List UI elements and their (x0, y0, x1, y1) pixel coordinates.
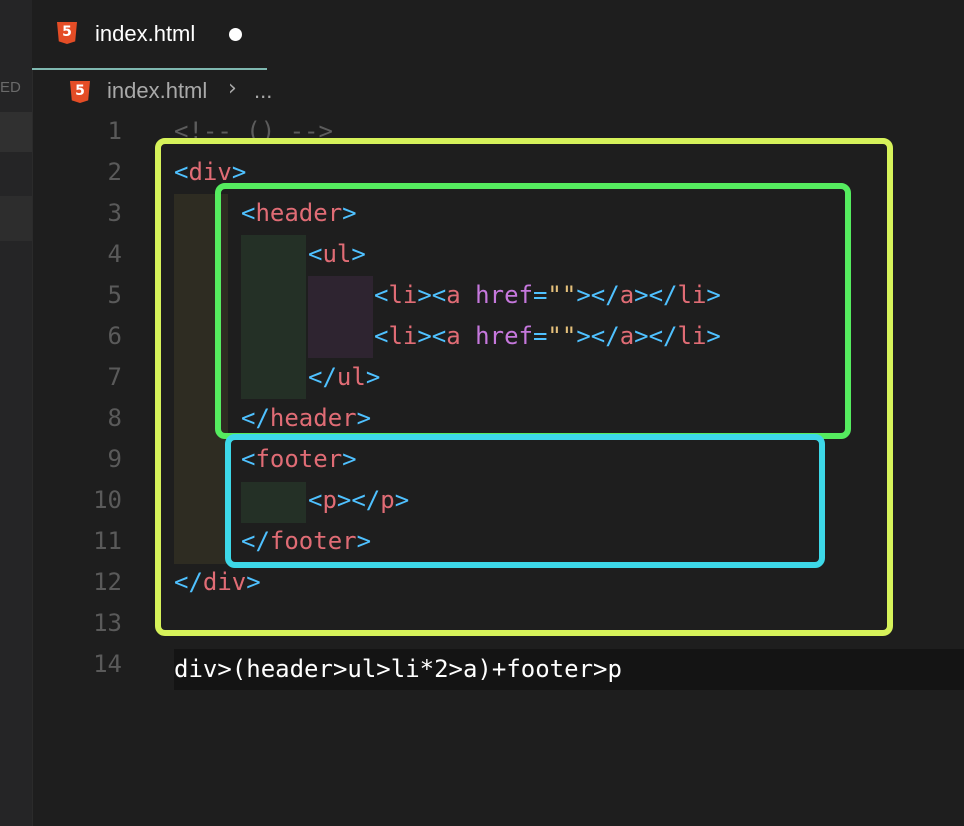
line-number: 11 (93, 527, 122, 555)
header-highlight-box (215, 183, 851, 439)
line-number: 9 (107, 445, 122, 473)
sidebar-item[interactable] (0, 196, 32, 241)
line-number: 8 (107, 404, 122, 432)
line-number: 1 (107, 117, 122, 145)
line-number: 6 (107, 322, 122, 350)
unsaved-dot-icon[interactable] (229, 28, 242, 41)
sidebar-label-fragment: ED (0, 79, 21, 96)
footer-highlight-box (225, 434, 825, 568)
line-number: 3 (107, 199, 122, 227)
breadcrumb-more[interactable]: ... (254, 78, 272, 104)
breadcrumb-separator: › (228, 76, 237, 101)
html5-icon: 5 (57, 22, 77, 44)
html5-icon: 5 (70, 81, 90, 103)
tab-filename: index.html (95, 21, 196, 46)
line-number: 4 (107, 240, 122, 268)
breadcrumb-file[interactable]: index.html (107, 78, 207, 104)
code-line-14-emmet[interactable]: div>(header>ul>li*2>a)+footer>p (174, 649, 964, 690)
line-number: 10 (93, 486, 122, 514)
line-number: 7 (107, 363, 122, 391)
activity-sidebar: ED (0, 0, 33, 826)
breadcrumb: 5 index.html › ... (32, 68, 964, 114)
line-number: 2 (107, 158, 122, 186)
line-number: 12 (93, 568, 122, 596)
tab-bar: 5 index.html (32, 0, 964, 70)
line-number: 14 (93, 650, 122, 678)
line-number: 5 (107, 281, 122, 309)
tab-index-html[interactable]: 5 index.html (32, 0, 267, 70)
sidebar-item[interactable] (0, 112, 32, 152)
line-number: 13 (93, 609, 122, 637)
